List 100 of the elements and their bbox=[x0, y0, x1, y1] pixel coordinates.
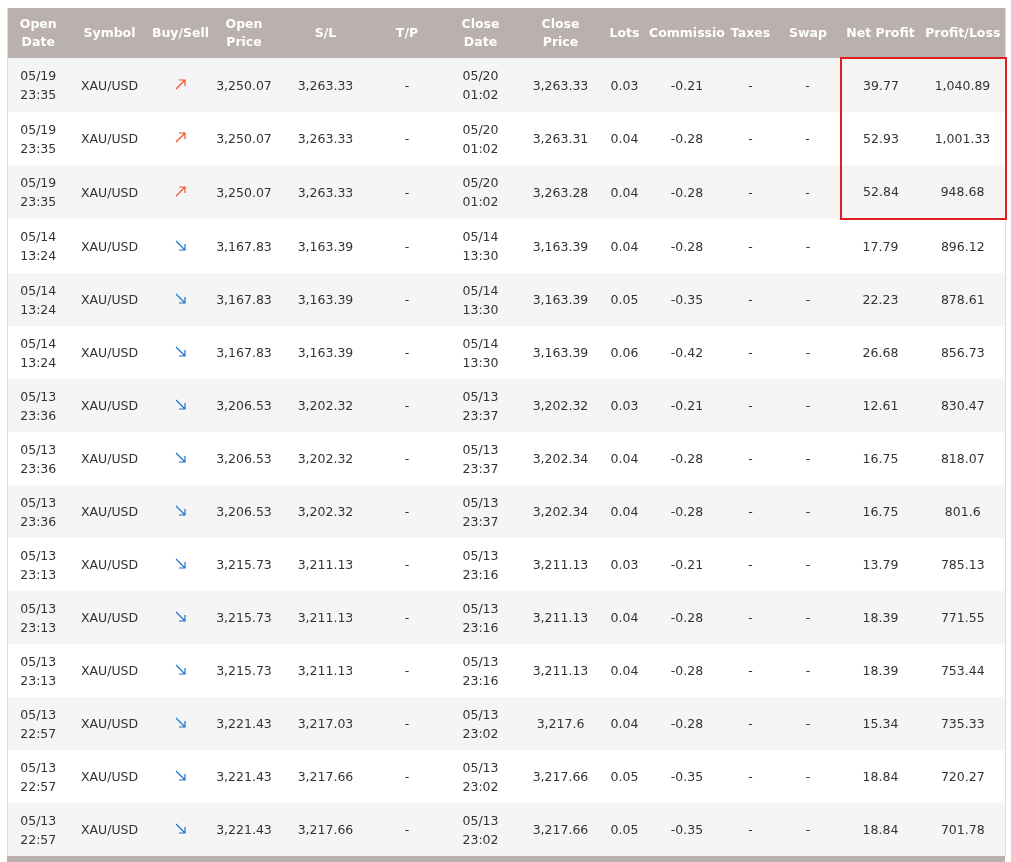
table-cell: 18.39 bbox=[840, 644, 921, 697]
table-cell: 05/14 13:24 bbox=[7, 219, 69, 273]
table-cell: 0.04 bbox=[600, 591, 649, 644]
table-cell: 05/13 22:57 bbox=[7, 697, 69, 750]
table-cell: 3,263.28 bbox=[520, 165, 601, 219]
table-cell: - bbox=[775, 432, 841, 485]
table-cell: -0.28 bbox=[648, 432, 726, 485]
table-cell: 1,040.89 bbox=[920, 58, 1006, 112]
table-cell: 3,221.43 bbox=[210, 750, 278, 803]
table-cell: 801.6 bbox=[920, 485, 1006, 538]
table-cell: 0.05 bbox=[600, 750, 649, 803]
table-cell: - bbox=[775, 273, 841, 326]
table-cell: 05/13 23:37 bbox=[440, 485, 521, 538]
table-cell: - bbox=[373, 165, 441, 219]
table-cell: -0.21 bbox=[648, 58, 726, 112]
table-cell: 05/19 23:35 bbox=[7, 58, 69, 112]
table-cell: 3,217.66 bbox=[277, 750, 374, 803]
table-cell: 12.61 bbox=[840, 379, 921, 432]
table-cell: XAU/USD bbox=[68, 538, 151, 591]
table-cell: - bbox=[373, 485, 441, 538]
table-cell: - bbox=[725, 58, 776, 112]
table-cell: 18.84 bbox=[840, 803, 921, 856]
table-cell: 05/13 23:02 bbox=[440, 750, 521, 803]
table-cell: - bbox=[775, 485, 841, 538]
table-cell: 753.44 bbox=[920, 644, 1006, 697]
table-cell: 05/13 23:36 bbox=[7, 432, 69, 485]
table-cell: 3,163.39 bbox=[520, 326, 601, 379]
table-cell: 05/13 23:36 bbox=[7, 379, 69, 432]
table-cell: XAU/USD bbox=[68, 750, 151, 803]
table-cell: 3,221.43 bbox=[210, 697, 278, 750]
table-cell: 948.68 bbox=[920, 165, 1006, 219]
table-cell: 720.27 bbox=[920, 750, 1006, 803]
table-cell: -0.21 bbox=[648, 538, 726, 591]
table-cell: XAU/USD bbox=[68, 58, 151, 112]
table-cell: 05/14 13:30 bbox=[440, 326, 521, 379]
table-cell: -0.42 bbox=[648, 326, 726, 379]
table-cell: 3,217.66 bbox=[520, 750, 601, 803]
table-cell: 3,211.13 bbox=[520, 591, 601, 644]
table-cell: 3,217.66 bbox=[520, 803, 601, 856]
table-cell: -0.28 bbox=[648, 165, 726, 219]
header-cell: Open Price bbox=[210, 8, 278, 58]
table-cell: 3,211.13 bbox=[520, 644, 601, 697]
table-cell: 3,163.39 bbox=[520, 273, 601, 326]
table-cell: XAU/USD bbox=[68, 591, 151, 644]
table-cell: -0.28 bbox=[648, 644, 726, 697]
table-cell: 3,263.33 bbox=[520, 58, 601, 112]
table-cell: 3,202.32 bbox=[520, 379, 601, 432]
table-cell: - bbox=[373, 58, 441, 112]
table-cell: - bbox=[373, 803, 441, 856]
table-cell: 05/19 23:35 bbox=[7, 112, 69, 165]
table-cell: 3,263.33 bbox=[277, 112, 374, 165]
table-cell: 3,206.53 bbox=[210, 379, 278, 432]
table-cell: 830.47 bbox=[920, 379, 1006, 432]
table-cell: 3,217.6 bbox=[520, 697, 601, 750]
table-cell: - bbox=[725, 697, 776, 750]
table-cell: - bbox=[775, 112, 841, 165]
table-cell: 771.55 bbox=[920, 591, 1006, 644]
table-cell: - bbox=[373, 273, 441, 326]
table-cell: 0.04 bbox=[600, 697, 649, 750]
table-cell: 3,202.32 bbox=[277, 485, 374, 538]
table-cell: 05/13 23:13 bbox=[7, 644, 69, 697]
table-cell: 0.04 bbox=[600, 165, 649, 219]
table-cell: - bbox=[775, 591, 841, 644]
header-cell: Buy/Sell bbox=[150, 8, 211, 58]
table-cell: - bbox=[775, 379, 841, 432]
table-cell: 05/14 13:30 bbox=[440, 273, 521, 326]
table-cell: 05/13 23:16 bbox=[440, 644, 521, 697]
table-cell: 13.79 bbox=[840, 538, 921, 591]
table-cell: 0.04 bbox=[600, 432, 649, 485]
table-cell: 39.77 bbox=[840, 58, 921, 112]
table-cell: - bbox=[775, 326, 841, 379]
table-cell: 3,211.13 bbox=[520, 538, 601, 591]
table-cell: 16.75 bbox=[840, 485, 921, 538]
table-cell: 0.03 bbox=[600, 58, 649, 112]
table-cell: - bbox=[373, 591, 441, 644]
table-cell: 05/14 13:30 bbox=[440, 219, 521, 273]
table-cell: 856.73 bbox=[920, 326, 1006, 379]
table-cell: 0.06 bbox=[600, 326, 649, 379]
header-cell: Profit/Loss bbox=[920, 8, 1006, 58]
table-cell: 15.34 bbox=[840, 697, 921, 750]
table-cell: 0.05 bbox=[600, 803, 649, 856]
table-cell: 0.04 bbox=[600, 219, 649, 273]
table-cell: - bbox=[373, 379, 441, 432]
table-cell: 3,263.33 bbox=[277, 165, 374, 219]
table-cell: - bbox=[373, 644, 441, 697]
header-cell: Close Price bbox=[520, 8, 601, 58]
header-cell: Taxes bbox=[725, 8, 776, 58]
table-cell: 0.04 bbox=[600, 485, 649, 538]
table-cell: - bbox=[373, 326, 441, 379]
table-cell: 3,215.73 bbox=[210, 644, 278, 697]
table-cell: - bbox=[775, 697, 841, 750]
table-cell: 0.04 bbox=[600, 112, 649, 165]
table-cell: -0.28 bbox=[648, 591, 726, 644]
table-cell: 0.03 bbox=[600, 379, 649, 432]
table-cell: XAU/USD bbox=[68, 379, 151, 432]
table-cell: 3,250.07 bbox=[210, 58, 278, 112]
table-cell: 22.23 bbox=[840, 273, 921, 326]
table-cell: XAU/USD bbox=[68, 432, 151, 485]
table-cell: 05/13 22:57 bbox=[7, 803, 69, 856]
table-cell: 3,163.39 bbox=[277, 273, 374, 326]
